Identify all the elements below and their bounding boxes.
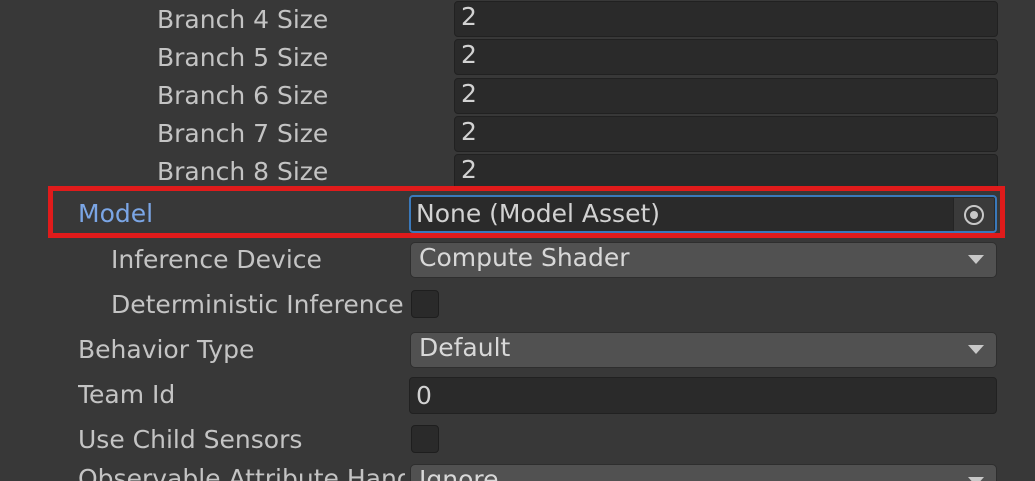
branch-8-size-field[interactable]: 2 bbox=[454, 154, 998, 190]
branch-6-label: Branch 6 Size bbox=[157, 81, 329, 110]
inference-device-label: Inference Device bbox=[111, 245, 322, 274]
deterministic-inference-label: Deterministic Inference bbox=[111, 290, 404, 319]
branch-5-size-field[interactable]: 2 bbox=[454, 39, 998, 75]
observable-attribute-label: Observable Attribute Handling bbox=[78, 464, 405, 481]
branch-7-size-field[interactable]: 2 bbox=[454, 116, 998, 152]
use-child-sensors-checkbox[interactable] bbox=[411, 425, 439, 453]
chevron-down-icon bbox=[968, 477, 984, 481]
object-picker-icon bbox=[964, 205, 984, 225]
chevron-down-icon bbox=[968, 345, 984, 354]
branch-8-label: Branch 8 Size bbox=[157, 157, 329, 186]
behavior-type-value: Default bbox=[419, 333, 511, 362]
branch-5-label: Branch 5 Size bbox=[157, 43, 329, 72]
use-child-sensors-label: Use Child Sensors bbox=[78, 425, 303, 454]
branch-4-label: Branch 4 Size bbox=[157, 5, 329, 34]
model-label: Model bbox=[78, 199, 154, 228]
team-id-field[interactable]: 0 bbox=[409, 377, 997, 414]
behavior-type-dropdown[interactable]: Default bbox=[410, 332, 997, 368]
branch-6-size-field[interactable]: 2 bbox=[454, 78, 998, 114]
object-picker-button[interactable] bbox=[953, 198, 994, 231]
branch-4-size-field[interactable]: 2 bbox=[454, 1, 998, 37]
inference-device-value: Compute Shader bbox=[419, 243, 630, 272]
chevron-down-icon bbox=[968, 255, 984, 264]
behavior-type-label: Behavior Type bbox=[78, 335, 255, 364]
model-value: None (Model Asset) bbox=[416, 199, 661, 228]
branch-7-label: Branch 7 Size bbox=[157, 119, 329, 148]
inspector-panel: Branch 4 Size 2 Branch 5 Size 2 Branch 6… bbox=[0, 0, 1035, 481]
observable-attribute-value: Ignore bbox=[419, 465, 499, 481]
inference-device-dropdown[interactable]: Compute Shader bbox=[410, 242, 997, 278]
model-object-field[interactable]: None (Model Asset) bbox=[409, 195, 997, 233]
team-id-label: Team Id bbox=[78, 380, 176, 409]
observable-attribute-dropdown[interactable]: Ignore bbox=[410, 464, 997, 481]
deterministic-inference-checkbox[interactable] bbox=[411, 290, 439, 318]
